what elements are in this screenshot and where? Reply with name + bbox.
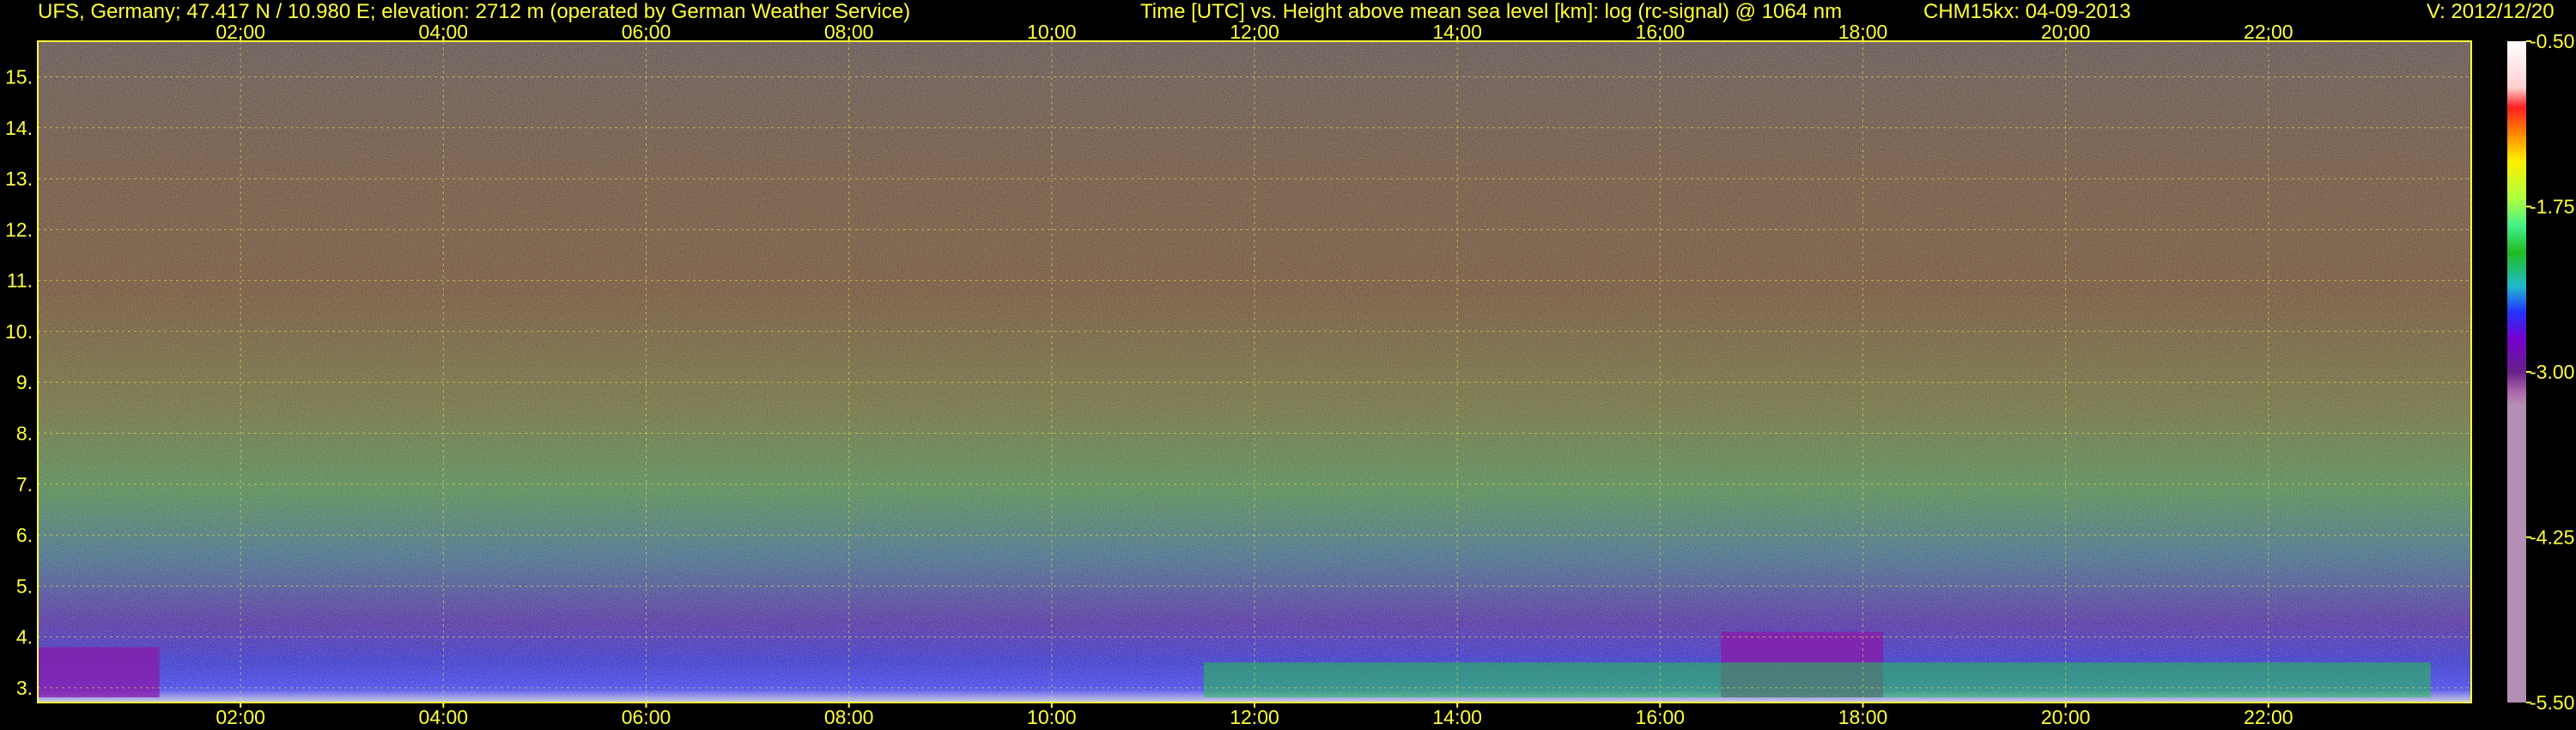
x-tick-label-bottom: 12:00 [1230,706,1279,728]
colorbar-tick-label: -1.75 [2530,196,2574,218]
x-tick-label-bottom: 16:00 [1636,706,1686,728]
x-tick-label-bottom: 02:00 [216,706,265,728]
x-tick-label-bottom: 08:00 [824,706,874,728]
x-axis-bottom: 02:00 04:00 06:00 08:00 10:00 12:00 14:00 16:00… [216,703,2293,728]
y-tick-label: 12. [5,218,33,240]
y-tick-label: 6. [16,524,33,546]
colorbar-tick-label: -3.00 [2530,361,2574,383]
colorbar-tick-label: -4.25 [2530,526,2574,549]
y-tick-label: 3. [16,677,33,699]
x-tick-label-bottom: 18:00 [1838,706,1888,728]
y-tick-label: 9. [16,371,33,393]
x-tick-label-bottom: 06:00 [622,706,671,728]
feature-layer-2 [1203,662,2431,697]
x-tick-label-bottom: 20:00 [2041,706,2091,728]
y-tick-label: 11. [7,270,33,292]
y-tick-label: 10. [5,320,33,343]
colorbar: -0.50 -1.75 -3.00 -4.25 -5.50 [2507,30,2574,714]
x-tick-label-bottom: 10:00 [1027,706,1077,728]
ceilometer-chart: 3. 4. 5. 6. 7. 8. 9. 10. 11. 12. 13. 14. 15. 02:00 04… [5,21,2574,728]
colorbar-tick-label: -0.50 [2530,30,2574,52]
y-tick-label: 8. [16,422,33,444]
y-tick-label: 4. [16,626,33,648]
colorbar-scale [2507,41,2526,703]
x-tick-label-bottom: 22:00 [2244,706,2293,728]
y-tick-label: 15. [5,65,33,88]
y-tick-label: 7. [16,473,33,496]
y-tick-label: 5. [16,575,33,597]
x-tick-label-bottom: 04:00 [419,706,469,728]
feature-layer-0 [38,647,160,697]
y-tick-label: 13. [5,167,33,190]
x-tick-label-bottom: 14:00 [1432,706,1482,728]
colorbar-tick-label: -5.50 [2530,691,2574,714]
y-tick-label: 14. [5,117,33,139]
y-axis: 3. 4. 5. 6. 7. 8. 9. 10. 11. 12. 13. 14. 15. [5,65,33,698]
x-axis-top: 02:00 04:00 06:00 08:00 10:00 12:00 14:00 16:00… [216,21,2293,43]
